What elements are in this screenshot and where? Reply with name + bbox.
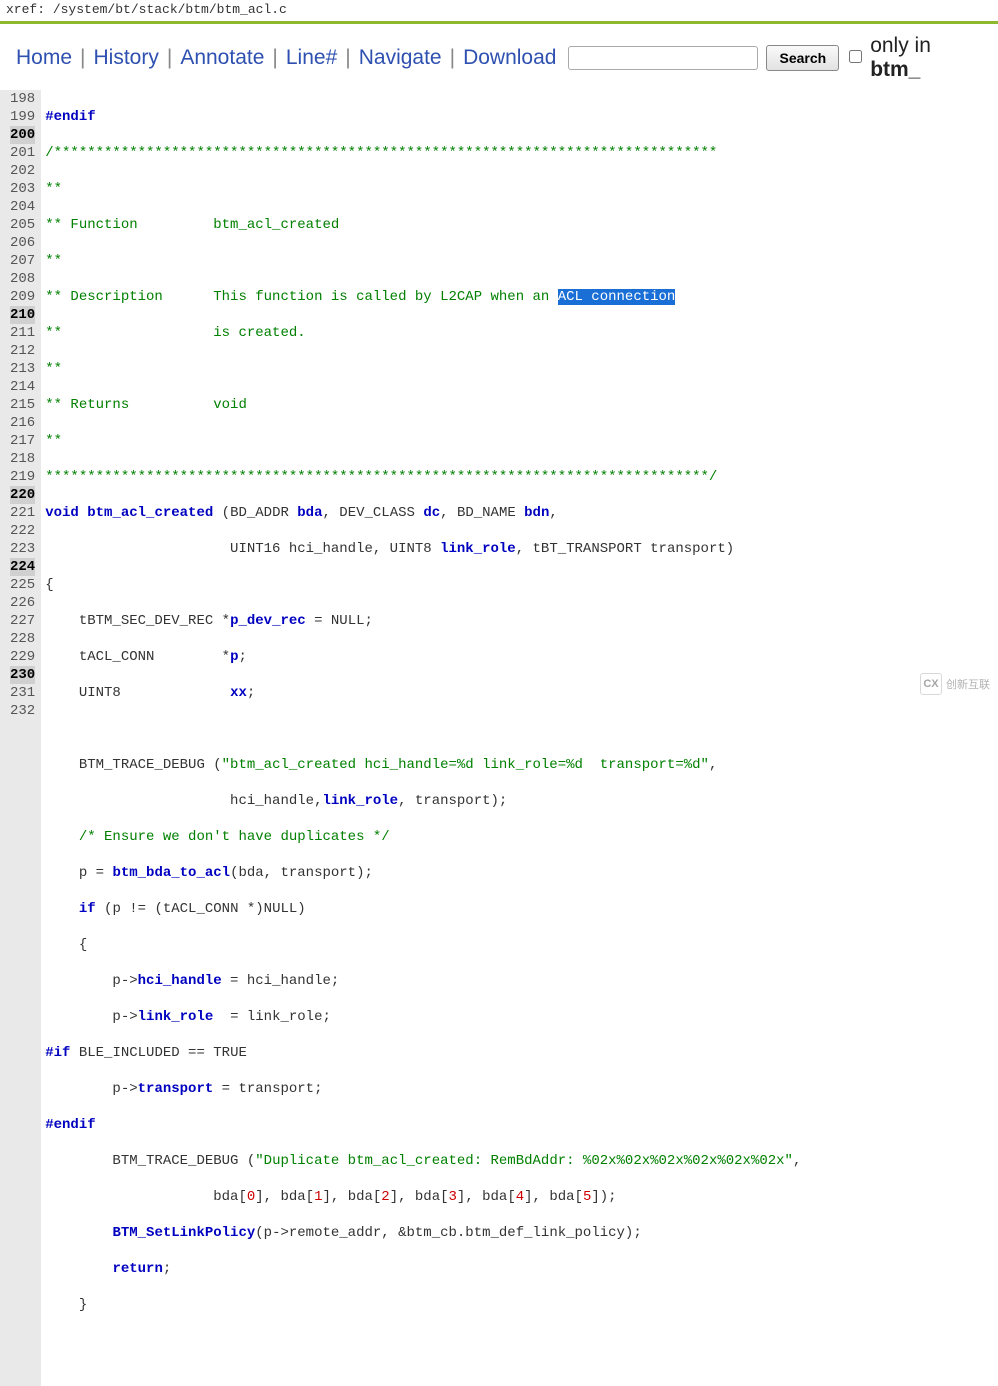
- line-number[interactable]: 229: [10, 648, 35, 666]
- code-line: if (p != (tACL_CONN *)NULL): [45, 900, 998, 918]
- watermark: CX 创新互联: [920, 673, 990, 695]
- line-number[interactable]: 220: [10, 486, 35, 504]
- linenum-link[interactable]: Line#: [286, 46, 337, 70]
- only-in-checkbox[interactable]: [849, 50, 862, 63]
- code-line: p = btm_bda_to_acl(bda, transport);: [45, 864, 998, 882]
- navigate-link[interactable]: Navigate: [359, 46, 442, 70]
- line-number[interactable]: 202: [10, 162, 35, 180]
- line-number[interactable]: 211: [10, 324, 35, 342]
- annotate-link[interactable]: Annotate: [180, 46, 264, 70]
- code-line: BTM_SetLinkPolicy(p->remote_addr, &btm_c…: [45, 1224, 998, 1242]
- selected-text: ACL connection: [558, 289, 676, 305]
- code-line: **: [45, 360, 998, 378]
- line-number[interactable]: 213: [10, 360, 35, 378]
- line-number-gutter[interactable]: 1981992002012022032042052062072082092102…: [0, 90, 41, 1386]
- code-line: **: [45, 432, 998, 450]
- code-line: ** Description This function is called b…: [45, 288, 998, 306]
- line-number[interactable]: 200: [10, 126, 35, 144]
- line-number[interactable]: 218: [10, 450, 35, 468]
- search-button[interactable]: Search: [766, 45, 839, 71]
- code-line: ****************************************…: [45, 468, 998, 486]
- code-line: ** is created.: [45, 324, 998, 342]
- code-line: {: [45, 936, 998, 954]
- line-number[interactable]: 226: [10, 594, 35, 612]
- separator: |: [272, 46, 277, 70]
- line-number[interactable]: 230: [10, 666, 35, 684]
- line-number[interactable]: 207: [10, 252, 35, 270]
- code-line: #endif: [45, 1116, 998, 1134]
- separator: |: [450, 46, 455, 70]
- code-line: [45, 1332, 998, 1350]
- line-number[interactable]: 201: [10, 144, 35, 162]
- line-number[interactable]: 209: [10, 288, 35, 306]
- toolbar: Home | History | Annotate | Line# | Navi…: [0, 30, 998, 90]
- line-number[interactable]: 214: [10, 378, 35, 396]
- code-line: BTM_TRACE_DEBUG ("Duplicate btm_acl_crea…: [45, 1152, 998, 1170]
- line-number[interactable]: 208: [10, 270, 35, 288]
- code-line: bda[0], bda[1], bda[2], bda[3], bda[4], …: [45, 1188, 998, 1206]
- source-code[interactable]: #endif /********************************…: [41, 90, 998, 1386]
- line-number[interactable]: 203: [10, 180, 35, 198]
- separator: |: [167, 46, 172, 70]
- code-line: hci_handle,link_role, transport);: [45, 792, 998, 810]
- code-line: void btm_acl_created (BD_ADDR bda, DEV_C…: [45, 504, 998, 522]
- code-view: 1981992002012022032042052062072082092102…: [0, 90, 998, 1386]
- line-number[interactable]: 221: [10, 504, 35, 522]
- code-line: return;: [45, 1260, 998, 1278]
- line-number[interactable]: 217: [10, 432, 35, 450]
- line-number[interactable]: 224: [10, 558, 35, 576]
- line-number[interactable]: 228: [10, 630, 35, 648]
- code-line: /* Ensure we don't have duplicates */: [45, 828, 998, 846]
- code-line: #endif: [45, 108, 998, 126]
- code-line: p->link_role = link_role;: [45, 1008, 998, 1026]
- code-line: p->hci_handle = hci_handle;: [45, 972, 998, 990]
- code-line: UINT16 hci_handle, UINT8 link_role, tBT_…: [45, 540, 998, 558]
- code-line: BTM_TRACE_DEBUG ("btm_acl_created hci_ha…: [45, 756, 998, 774]
- search-input[interactable]: [568, 46, 758, 70]
- line-number[interactable]: 204: [10, 198, 35, 216]
- line-number[interactable]: 205: [10, 216, 35, 234]
- code-line: tBTM_SEC_DEV_REC *p_dev_rec = NULL;: [45, 612, 998, 630]
- code-line: ** Function btm_acl_created: [45, 216, 998, 234]
- code-line: tACL_CONN *p;: [45, 648, 998, 666]
- line-number[interactable]: 212: [10, 342, 35, 360]
- separator: |: [345, 46, 350, 70]
- code-line: p->transport = transport;: [45, 1080, 998, 1098]
- only-in-label: only in btm_: [870, 34, 984, 82]
- line-number[interactable]: 223: [10, 540, 35, 558]
- code-line: /***************************************…: [45, 144, 998, 162]
- code-line: [45, 720, 998, 738]
- code-line: **: [45, 180, 998, 198]
- code-line: ** Returns void: [45, 396, 998, 414]
- line-number[interactable]: 198: [10, 90, 35, 108]
- history-link[interactable]: History: [94, 46, 159, 70]
- divider: [0, 21, 998, 24]
- line-number[interactable]: 210: [10, 306, 35, 324]
- line-number[interactable]: 199: [10, 108, 35, 126]
- line-number[interactable]: 222: [10, 522, 35, 540]
- line-number[interactable]: 216: [10, 414, 35, 432]
- code-line: #if BLE_INCLUDED == TRUE: [45, 1044, 998, 1062]
- line-number[interactable]: 206: [10, 234, 35, 252]
- home-link[interactable]: Home: [16, 46, 72, 70]
- separator: |: [80, 46, 85, 70]
- watermark-icon: CX: [920, 673, 942, 695]
- xref-breadcrumb: xref: /system/bt/stack/btm/btm_acl.c: [0, 0, 998, 19]
- code-line: **: [45, 252, 998, 270]
- download-link[interactable]: Download: [463, 46, 556, 70]
- line-number[interactable]: 227: [10, 612, 35, 630]
- line-number[interactable]: 231: [10, 684, 35, 702]
- code-line: UINT8 xx;: [45, 684, 998, 702]
- line-number[interactable]: 232: [10, 702, 35, 720]
- code-line: }: [45, 1296, 998, 1314]
- line-number[interactable]: 215: [10, 396, 35, 414]
- code-line: {: [45, 576, 998, 594]
- line-number[interactable]: 219: [10, 468, 35, 486]
- line-number[interactable]: 225: [10, 576, 35, 594]
